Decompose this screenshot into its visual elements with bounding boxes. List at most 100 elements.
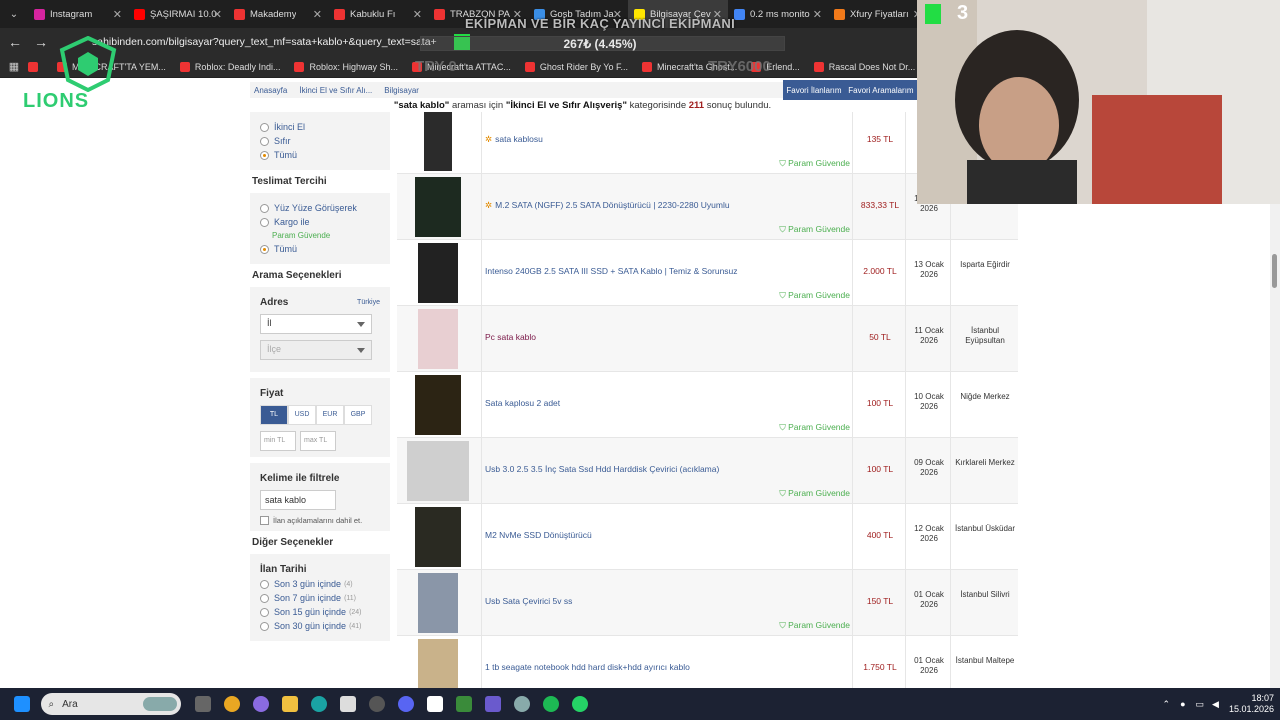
shield-check-icon: ⛉ [779, 422, 789, 432]
tab-close-icon[interactable]: ✕ [213, 8, 222, 21]
listing-row[interactable]: M2 NvMe SSD Dönüştürücü 400 TL 12 Ocak 202… [397, 504, 1018, 570]
listing-title[interactable]: Usb 3.0 2.5 3.5 İnç Sata Ssd Hdd Harddis… [485, 464, 719, 474]
browser-icon[interactable] [485, 696, 501, 712]
steam-icon[interactable] [514, 696, 530, 712]
date-option[interactable]: Son 30 gün içinde (41) [260, 621, 380, 631]
radio-button[interactable] [260, 244, 269, 254]
tab-close-icon[interactable]: ✕ [813, 8, 822, 21]
listing-thumbnail[interactable] [407, 309, 469, 369]
radio-option[interactable]: Tümü [260, 244, 380, 254]
discord-icon[interactable] [398, 696, 414, 712]
app-icon[interactable] [369, 696, 385, 712]
whatsapp-icon[interactable] [572, 696, 588, 712]
radio-button[interactable] [260, 217, 269, 227]
radio-button[interactable] [260, 150, 269, 160]
keyword-input[interactable]: sata kablo [260, 490, 336, 510]
include-description-checkbox[interactable]: İlan açıklamalarını dahil et. [260, 516, 380, 525]
taskbar-search[interactable]: ⌕ Ara [40, 693, 181, 715]
listing-thumbnail[interactable] [407, 243, 469, 303]
radio-button[interactable] [260, 136, 269, 146]
clock[interactable]: 18:07 15.01.2026 [1229, 693, 1274, 715]
listing-title[interactable]: Sata kaplosu 2 adet [485, 398, 560, 408]
page-scrollbar[interactable] [1270, 204, 1280, 688]
radio-button[interactable] [260, 593, 269, 603]
shield-check-icon: ⛉ [779, 488, 789, 498]
listing-thumbnail[interactable] [407, 375, 469, 435]
district-select[interactable]: İlçe [260, 340, 372, 360]
date-option[interactable]: Son 3 gün içinde (4) [260, 579, 380, 589]
date-option[interactable]: Son 7 gün içinde (11) [260, 593, 380, 603]
capcut-icon[interactable] [427, 696, 443, 712]
microphone-icon[interactable]: ● [1180, 699, 1185, 709]
breadcrumb-item[interactable]: İkinci El ve Sıfır Alı... [299, 86, 372, 95]
radio-button[interactable] [260, 579, 269, 589]
min-price-input[interactable]: min TL [260, 431, 296, 451]
listing-row[interactable]: Usb 3.0 2.5 3.5 İnç Sata Ssd Hdd Harddis… [397, 438, 1018, 504]
date-option[interactable]: Son 15 gün içinde (24) [260, 607, 380, 617]
listing-row[interactable]: 1 tb seagate notebook hdd hard disk+hdd … [397, 636, 1018, 688]
country-link[interactable]: Türkiye [357, 299, 380, 306]
bookmark-item[interactable]: Ghost Rider By Yo F... [524, 61, 628, 72]
listing-row[interactable]: Pc sata kablo 50 TL 11 Ocak 2026 İstanbul E… [397, 306, 1018, 372]
browser-tab[interactable]: Xfury Fiyatları✕ [828, 0, 928, 28]
listing-thumbnail[interactable] [407, 573, 469, 633]
radio-button[interactable] [260, 607, 269, 617]
bookmark-item[interactable]: Roblox: Highway Sh... [294, 61, 398, 72]
currency-option[interactable]: EUR [316, 405, 344, 425]
spotify-icon[interactable] [543, 696, 559, 712]
copilot-icon[interactable] [253, 696, 269, 712]
radio-option[interactable]: Yüz Yüze Görüşerek [260, 203, 380, 213]
city-select[interactable]: İl [260, 314, 372, 334]
minecraft-icon[interactable] [456, 696, 472, 712]
listing-thumbnail[interactable] [407, 639, 469, 688]
chrome-icon[interactable] [224, 696, 240, 712]
checkbox-box[interactable] [260, 516, 269, 525]
listing-title[interactable]: Pc sata kablo [485, 332, 536, 342]
currency-option[interactable]: USD [288, 405, 316, 425]
browser-tab[interactable]: Instagram ✕ [28, 0, 128, 28]
browser-tab[interactable]: Makademy ✕ [228, 0, 328, 28]
volume-icon[interactable]: ◀ [1212, 699, 1219, 710]
listing-title[interactable]: Usb Sata Çevirici 5v ss [485, 596, 572, 606]
browser-tab[interactable]: ŞAŞIRMAI 10.0 ✕ [128, 0, 228, 28]
radio-option[interactable]: Sıfır [260, 136, 380, 146]
radio-option[interactable]: İkinci El [260, 122, 380, 132]
windows-start-icon[interactable] [14, 696, 30, 712]
favorite-ads-link[interactable]: Favori İlanlarım [786, 86, 841, 95]
listing-title[interactable]: ✲ sata kablosu [485, 134, 543, 145]
listing-row[interactable]: Intenso 240GB 2.5 SATA III SSD + SATA Ka… [397, 240, 1018, 306]
bookmark-item[interactable]: Roblox: Deadly Indi... [179, 61, 280, 72]
breadcrumb-item[interactable]: Bilgisayar [384, 86, 419, 95]
max-price-input[interactable]: max TL [300, 431, 336, 451]
listing-title[interactable]: M2 NvMe SSD Dönüştürücü [485, 530, 592, 540]
tray-chevron-icon[interactable]: ⌃ [1163, 699, 1171, 710]
radio-button[interactable] [260, 203, 269, 213]
tab-close-icon[interactable]: ✕ [113, 8, 122, 21]
currency-option[interactable]: TL [260, 405, 288, 425]
listing-title[interactable]: Intenso 240GB 2.5 SATA III SSD + SATA Ka… [485, 266, 738, 276]
store-icon[interactable] [340, 696, 356, 712]
task-view-icon[interactable] [195, 696, 211, 712]
favorite-searches-link[interactable]: Favori Aramalarım [848, 86, 913, 95]
scroll-thumb[interactable] [1272, 254, 1277, 288]
listing-row[interactable]: Usb Sata Çevirici 5v ss ⛉ Param Güvende 15… [397, 570, 1018, 636]
radio-option[interactable]: Kargo ile [260, 217, 380, 227]
listing-thumbnail[interactable] [407, 441, 469, 501]
listing-row[interactable]: Sata kaplosu 2 adet ⛉ Param Güvende 100 TL… [397, 372, 1018, 438]
display-icon[interactable]: ▭ [1196, 699, 1205, 710]
listing-thumbnail[interactable] [407, 177, 469, 237]
bookmark-item[interactable]: Rascal Does Not Dr... [813, 61, 915, 72]
listing-title[interactable]: 1 tb seagate notebook hdd hard disk+hdd … [485, 662, 690, 672]
currency-option[interactable]: GBP [344, 405, 372, 425]
edge-icon[interactable] [311, 696, 327, 712]
radio-option[interactable]: Tümü [260, 150, 380, 160]
tab-close-icon[interactable]: ✕ [313, 8, 322, 21]
file-explorer-icon[interactable] [282, 696, 298, 712]
listing-title[interactable]: ✲ M.2 SATA (NGFF) 2.5 SATA Dönüştürücü | … [485, 200, 730, 211]
radio-button[interactable] [260, 122, 269, 132]
tab-search-icon[interactable]: ⌄ [0, 9, 28, 20]
listing-thumbnail[interactable] [407, 112, 469, 171]
listing-thumbnail[interactable] [407, 507, 469, 567]
radio-button[interactable] [260, 621, 269, 631]
breadcrumb-item[interactable]: Anasayfa [254, 86, 287, 95]
